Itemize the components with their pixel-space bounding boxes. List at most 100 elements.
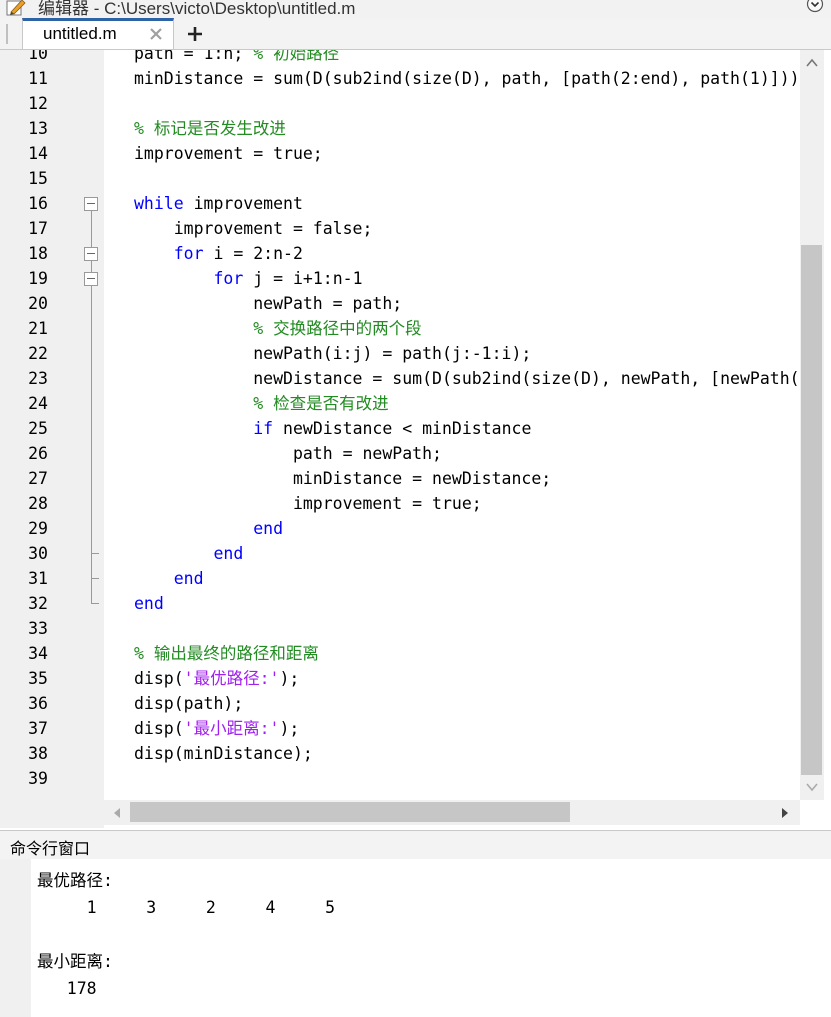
code-line: end (134, 541, 243, 566)
line-number: 28 (28, 494, 48, 513)
line-number: 36 (28, 694, 48, 713)
command-output-line: 最优路径: (37, 871, 113, 890)
horizontal-scroll-thumb[interactable] (130, 802, 570, 822)
fold-toggle-icon[interactable] (84, 272, 98, 286)
scroll-right-arrow-icon[interactable] (780, 807, 790, 819)
line-number: 11 (28, 69, 48, 88)
code-text: ); (279, 669, 300, 688)
code-text: improvement = true; (134, 144, 323, 163)
code-text: improvement (183, 194, 303, 213)
line-number: 17 (28, 219, 48, 238)
window-title: 编辑器 - C:\Users\victo\Desktop\untitled.m (38, 0, 356, 18)
code-line: while improvement (134, 191, 303, 216)
code-keyword: end (213, 544, 244, 563)
pencil-icon (6, 0, 26, 16)
tab-bar: untitled.m (0, 18, 831, 50)
line-number: 34 (28, 644, 48, 663)
line-number: 15 (28, 169, 48, 188)
code-text: path = newPath; (134, 444, 442, 463)
code-editor[interactable]: 10 11 12 13 14 15 16 17 18 19 20 21 22 23 24 25 26 27 28 29… (0, 50, 831, 828)
code-line: if newDistance < minDistance (134, 416, 531, 441)
fold-end-marker (91, 578, 99, 579)
tab-untitled-m[interactable]: untitled.m (22, 18, 174, 49)
code-string: '最小距离:' (183, 719, 280, 738)
line-number: 33 (28, 619, 48, 638)
code-keyword: for (213, 269, 244, 288)
vertical-scrollbar[interactable] (800, 50, 824, 800)
line-number: 10 (28, 50, 48, 63)
vertical-scroll-thumb[interactable] (801, 245, 822, 775)
code-line: end (134, 591, 164, 616)
close-icon[interactable] (149, 27, 163, 41)
code-line: newPath = path; (134, 291, 402, 316)
chevron-down-circle-icon[interactable] (806, 0, 824, 13)
line-number: 32 (28, 594, 48, 613)
title-bar: 编辑器 - C:\Users\victo\Desktop\untitled.m (0, 0, 831, 18)
tab-label: untitled.m (43, 24, 117, 43)
code-line: disp(minDistance); (134, 741, 313, 766)
code-line: % 检查是否有改进 (134, 391, 389, 416)
line-number: 24 (28, 394, 48, 413)
code-line: minDistance = sum(D(sub2ind(size(D), pat… (134, 66, 800, 91)
code-string: '最优路径:' (183, 669, 280, 688)
code-keyword: if (253, 419, 274, 438)
code-comment: % 交换路径中的两个段 (253, 319, 422, 338)
line-number: 35 (28, 669, 48, 688)
line-number: 27 (28, 469, 48, 488)
code-line: improvement = true; (134, 141, 323, 166)
code-keyword: end (173, 569, 204, 588)
code-comment: % 检查是否有改进 (253, 394, 389, 413)
code-comment: % 初始路径 (253, 50, 340, 63)
command-output-line: 最小距离: (37, 952, 113, 971)
fold-end-marker (91, 553, 99, 554)
code-area[interactable]: path = 1:n; % 初始路径 minDistance = sum(D(su… (104, 50, 800, 800)
code-keyword: while (134, 194, 184, 213)
code-text: minDistance = sum(D(sub2ind(size(D), pat… (134, 69, 800, 88)
code-line: improvement = true; (134, 491, 482, 516)
horizontal-scrollbar[interactable] (104, 800, 800, 825)
scroll-left-arrow-icon[interactable] (112, 807, 122, 819)
scroll-down-arrow-icon[interactable] (806, 782, 818, 792)
code-line: for j = i+1:n-1 (134, 266, 362, 291)
code-keyword: end (253, 519, 284, 538)
fold-toggle-icon[interactable] (84, 197, 98, 211)
code-keyword: end (134, 594, 164, 613)
fold-guide-line (91, 286, 92, 603)
line-number: 37 (28, 719, 48, 738)
command-window-header: 命令行窗口 (0, 830, 831, 860)
line-number-gutter: 10 11 12 13 14 15 16 17 18 19 20 21 22 23 24 25 26 27 28 29… (0, 50, 104, 828)
plus-icon[interactable] (180, 19, 210, 49)
scroll-up-arrow-icon[interactable] (806, 58, 818, 68)
code-text: improvement = true; (134, 494, 482, 513)
command-window-title: 命令行窗口 (10, 839, 91, 858)
code-line: % 输出最终的路径和距离 (134, 641, 319, 666)
line-number: 22 (28, 344, 48, 363)
code-text: disp( (134, 719, 184, 738)
line-number: 31 (28, 569, 48, 588)
code-line: % 交换路径中的两个段 (134, 316, 422, 341)
tab-bar-divider (6, 24, 8, 44)
code-text: newPath = path; (134, 294, 403, 313)
code-line: % 标记是否发生改进 (134, 116, 286, 141)
code-text: improvement = false; (134, 219, 373, 238)
fold-end-marker (91, 603, 99, 604)
fold-toggle-icon[interactable] (84, 247, 98, 261)
line-number: 19 (28, 269, 48, 288)
code-text: disp( (134, 669, 184, 688)
code-text: newPath(i:j) = path(j:-1:i); (134, 344, 532, 363)
command-window[interactable]: 最优路径: 1 3 2 4 5 最小距离: 178 (0, 859, 831, 1017)
code-line: path = 1:n; % 初始路径 (134, 50, 339, 66)
line-number: 12 (28, 94, 48, 113)
line-number: 18 (28, 244, 48, 263)
line-number: 13 (28, 119, 48, 138)
line-number: 16 (28, 194, 48, 213)
code-text: minDistance = newDistance; (134, 469, 552, 488)
fold-guide-line (91, 211, 92, 247)
line-number: 21 (28, 319, 48, 338)
line-number: 38 (28, 744, 48, 763)
